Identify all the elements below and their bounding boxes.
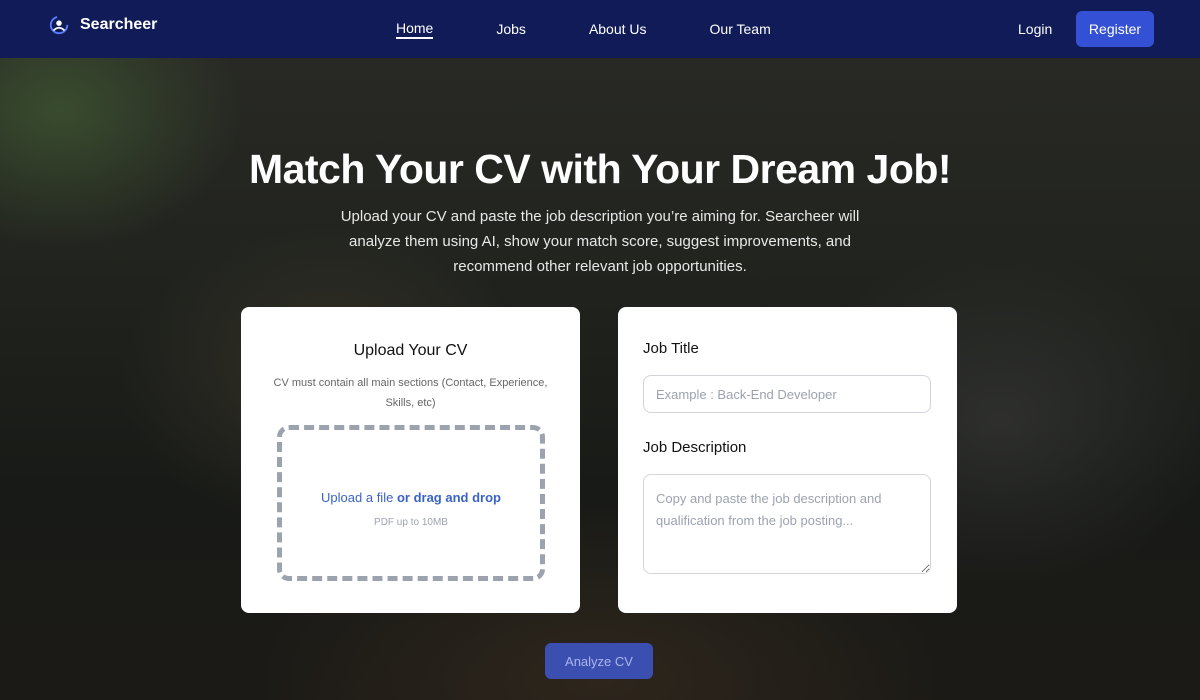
logo-icon [49,15,69,35]
upload-file-link[interactable]: Upload a file [321,490,393,505]
navbar: Searcheer Home Jobs About Us Our Team Lo… [0,0,1200,58]
upload-cv-card: Upload Your CV CV must contain all main … [241,307,580,613]
dropzone-text: Upload a file or drag and drop [282,490,540,505]
job-title-input[interactable] [643,375,931,413]
nav-links: Home Jobs About Us Our Team [396,0,771,58]
hero-subtitle: Upload your CV and paste the job descrip… [340,208,860,275]
job-details-card: Job Title Job Description [618,307,957,613]
drag-drop-text: or drag and drop [396,490,501,505]
upload-cv-title: Upload Your CV [353,342,468,359]
brand-name: Searcheer [80,16,158,33]
hero-background [0,0,1200,700]
job-description-label: Job Description [643,439,747,456]
file-type-hint: PDF up to 10MB [374,517,448,528]
job-title-label: Job Title [643,340,699,357]
nav-link-jobs[interactable]: Jobs [496,21,526,37]
register-button[interactable]: Register [1076,11,1154,47]
nav-link-about-us[interactable]: About Us [589,21,647,37]
login-link[interactable]: Login [1018,21,1052,37]
job-description-textarea[interactable] [643,474,931,574]
cv-dropzone[interactable]: Upload a file or drag and drop PDF up to… [277,425,545,581]
nav-link-home[interactable]: Home [396,20,434,39]
upload-cv-note: CV must contain all main sections (Conta… [273,377,548,409]
hero-title: Match Your CV with Your Dream Job! [248,146,952,192]
nav-link-our-team[interactable]: Our Team [710,21,771,37]
brand[interactable]: Searcheer [48,14,157,36]
analyze-cv-button[interactable]: Analyze CV [545,643,653,679]
